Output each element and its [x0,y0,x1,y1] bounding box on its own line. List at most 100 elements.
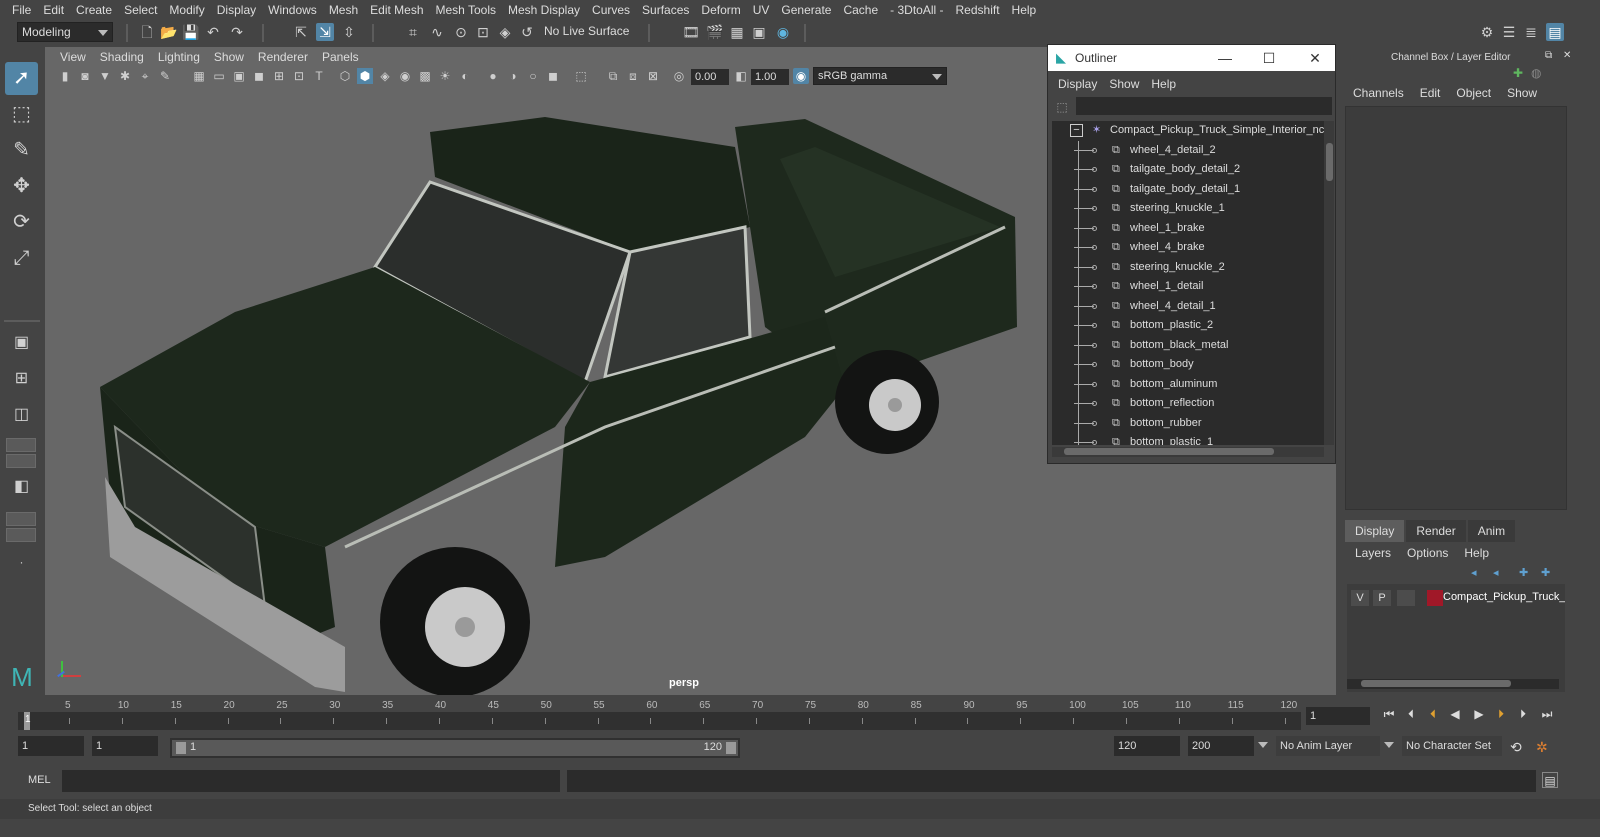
layer-playback-toggle[interactable]: P [1373,590,1391,606]
tree-item[interactable]: ⧉ bottom_rubber [1052,414,1324,434]
textured-icon[interactable]: ▩ [417,68,433,84]
minimize-icon[interactable]: — [1214,47,1236,69]
tree-item[interactable]: ⧉ bottom_reflection [1052,394,1324,414]
layer-menu-help[interactable]: Help [1456,546,1497,560]
menu-cache[interactable]: Cache [837,0,884,20]
snap-grid-icon[interactable]: ⌗ [404,23,422,41]
snap-surface-icon[interactable]: ◈ [496,23,514,41]
lasso-tool-icon[interactable]: ⬚ [5,98,38,131]
channel-list[interactable] [1345,106,1567,510]
menu-file[interactable]: File [6,0,37,20]
outliner-search-input[interactable] [1076,97,1332,115]
time-slider-track[interactable] [18,712,1301,730]
vp-menu-renderer[interactable]: Renderer [251,50,315,64]
paint-select-icon[interactable]: ✎ [5,134,38,167]
play-backward-icon[interactable]: ◀ [1446,705,1464,723]
layout-persp-graph-icon[interactable] [6,512,36,526]
chevron-down-icon[interactable] [1258,742,1268,748]
rotate-tool-icon[interactable]: ⟳ [5,206,38,239]
outliner-hscroll-thumb[interactable] [1064,448,1274,455]
outliner-tree[interactable]: − ✶ Compact_Pickup_Truck_Simple_Interior… [1052,121,1324,445]
tab-display[interactable]: Display [1345,520,1405,542]
character-set-dropdown[interactable]: No Character Set [1402,736,1502,756]
close-icon[interactable]: ✕ [1304,47,1326,69]
tree-item[interactable]: ⧉ steering_knuckle_1 [1052,199,1324,219]
range-slider-fill[interactable] [172,740,738,756]
anim-layer-dropdown[interactable]: No Anim Layer [1276,736,1380,756]
cb-menu-show[interactable]: Show [1499,86,1545,100]
tree-item[interactable]: ⧉ wheel_4_detail_2 [1052,141,1324,161]
menu-mesh-tools[interactable]: Mesh Tools [430,0,502,20]
ol-menu-show[interactable]: Show [1103,77,1145,91]
menu-edit-mesh[interactable]: Edit Mesh [364,0,429,20]
isolate-select-icon[interactable]: ⬚ [573,68,589,84]
new-layer-selected-icon[interactable]: ✚ [1541,566,1550,579]
tree-item[interactable]: ⧉ bottom_black_metal [1052,336,1324,356]
tree-item[interactable]: ⧉ tailgate_body_detail_1 [1052,180,1324,200]
gate-mask-icon[interactable]: ◼ [251,68,267,84]
layer-visibility-toggle[interactable]: V [1351,590,1369,606]
more-layouts-icon[interactable]: · [5,546,38,579]
cb-menu-object[interactable]: Object [1448,86,1499,100]
tree-item[interactable]: ⧉ tailgate_body_detail_2 [1052,160,1324,180]
snap-view-icon[interactable]: ⊡ [474,23,492,41]
tree-item[interactable]: ⧉ wheel_1_detail [1052,277,1324,297]
attribute-editor-icon[interactable]: ☰ [1500,23,1518,41]
tree-item[interactable]: ⧉ bottom_body [1052,355,1324,375]
float-panel-icon[interactable]: ⧉ [1545,50,1557,62]
layout-hypershade-icon[interactable] [6,528,36,542]
ipr-render-icon[interactable]: ▦ [728,23,746,41]
snap-live-icon[interactable]: ↺ [518,23,536,41]
move-tool-icon[interactable]: ✥ [5,170,38,203]
color-space-dropdown[interactable]: sRGB gamma [813,67,947,85]
menu-select[interactable]: Select [118,0,163,20]
playback-start-field[interactable]: 1 [92,736,158,756]
time-slider[interactable]: 5 10 15 20 25 30 35 40 45 50 55 60 65 70 75 80 85 90 95 100… [18,700,1301,730]
tool-settings-icon[interactable]: ≣ [1522,23,1540,41]
menu-create[interactable]: Create [70,0,118,20]
menu-generate[interactable]: Generate [775,0,837,20]
step-back-key-icon[interactable]: ⏴ [1424,705,1442,723]
menu-mesh-display[interactable]: Mesh Display [502,0,586,20]
menu-modify[interactable]: Modify [163,0,210,20]
animation-start-field[interactable]: 1 [18,736,84,756]
select-component-icon[interactable]: ⇳ [340,23,358,41]
save-scene-icon[interactable]: 💾 [182,23,200,41]
command-input[interactable] [62,770,560,792]
wireframe-shaded-icon[interactable]: ◈ [377,68,393,84]
image-plane-icon[interactable]: ✱ [117,68,133,84]
tree-item[interactable]: ⧉ wheel_4_brake [1052,238,1324,258]
grease-pencil-icon[interactable]: ✎ [157,68,173,84]
menu-surfaces[interactable]: Surfaces [636,0,695,20]
channel-filter-icon[interactable]: ◍ [1531,66,1545,80]
playback-end-field[interactable]: 120 [1114,736,1180,756]
antialiasing-icon[interactable]: ○ [525,68,541,84]
safe-action-icon[interactable]: ⊡ [291,68,307,84]
new-layer-icon[interactable]: ✚ [1519,566,1528,579]
layer-type-toggle[interactable] [1397,590,1415,606]
ambient-occlusion-icon[interactable]: ● [485,68,501,84]
vp-menu-view[interactable]: View [53,50,93,64]
exposure-field[interactable]: 0.00 [691,69,729,85]
safe-title-icon[interactable]: T [311,68,327,84]
play-forward-icon[interactable]: ▶ [1470,705,1488,723]
ol-menu-display[interactable]: Display [1052,77,1103,91]
modeling-toolkit-icon[interactable]: ⚙ [1478,23,1496,41]
layer-menu-options[interactable]: Options [1399,546,1456,560]
default-material-icon[interactable]: ◉ [397,68,413,84]
animation-prefs-icon[interactable]: ✲ [1536,738,1554,756]
wireframe-icon[interactable]: ⬡ [337,68,353,84]
layer-menu-layers[interactable]: Layers [1347,546,1399,560]
select-hierarchy-icon[interactable]: ⇱ [292,23,310,41]
go-to-start-icon[interactable]: ⏮ [1380,705,1398,723]
vp-menu-show[interactable]: Show [207,50,251,64]
layout-graph-icon[interactable] [6,438,36,452]
maximize-icon[interactable]: ☐ [1258,47,1280,69]
render-frame-icon[interactable]: 🎬 [706,23,724,41]
step-back-frame-icon[interactable]: ⏴ [1402,705,1420,723]
smooth-shade-icon[interactable]: ⬢ [357,68,373,84]
layout-outliner-icon[interactable]: ◧ [5,470,38,503]
cb-menu-edit[interactable]: Edit [1412,86,1449,100]
exposure-icon[interactable]: ◎ [671,68,687,84]
camera-attr-icon[interactable]: ⌖ [137,68,153,84]
